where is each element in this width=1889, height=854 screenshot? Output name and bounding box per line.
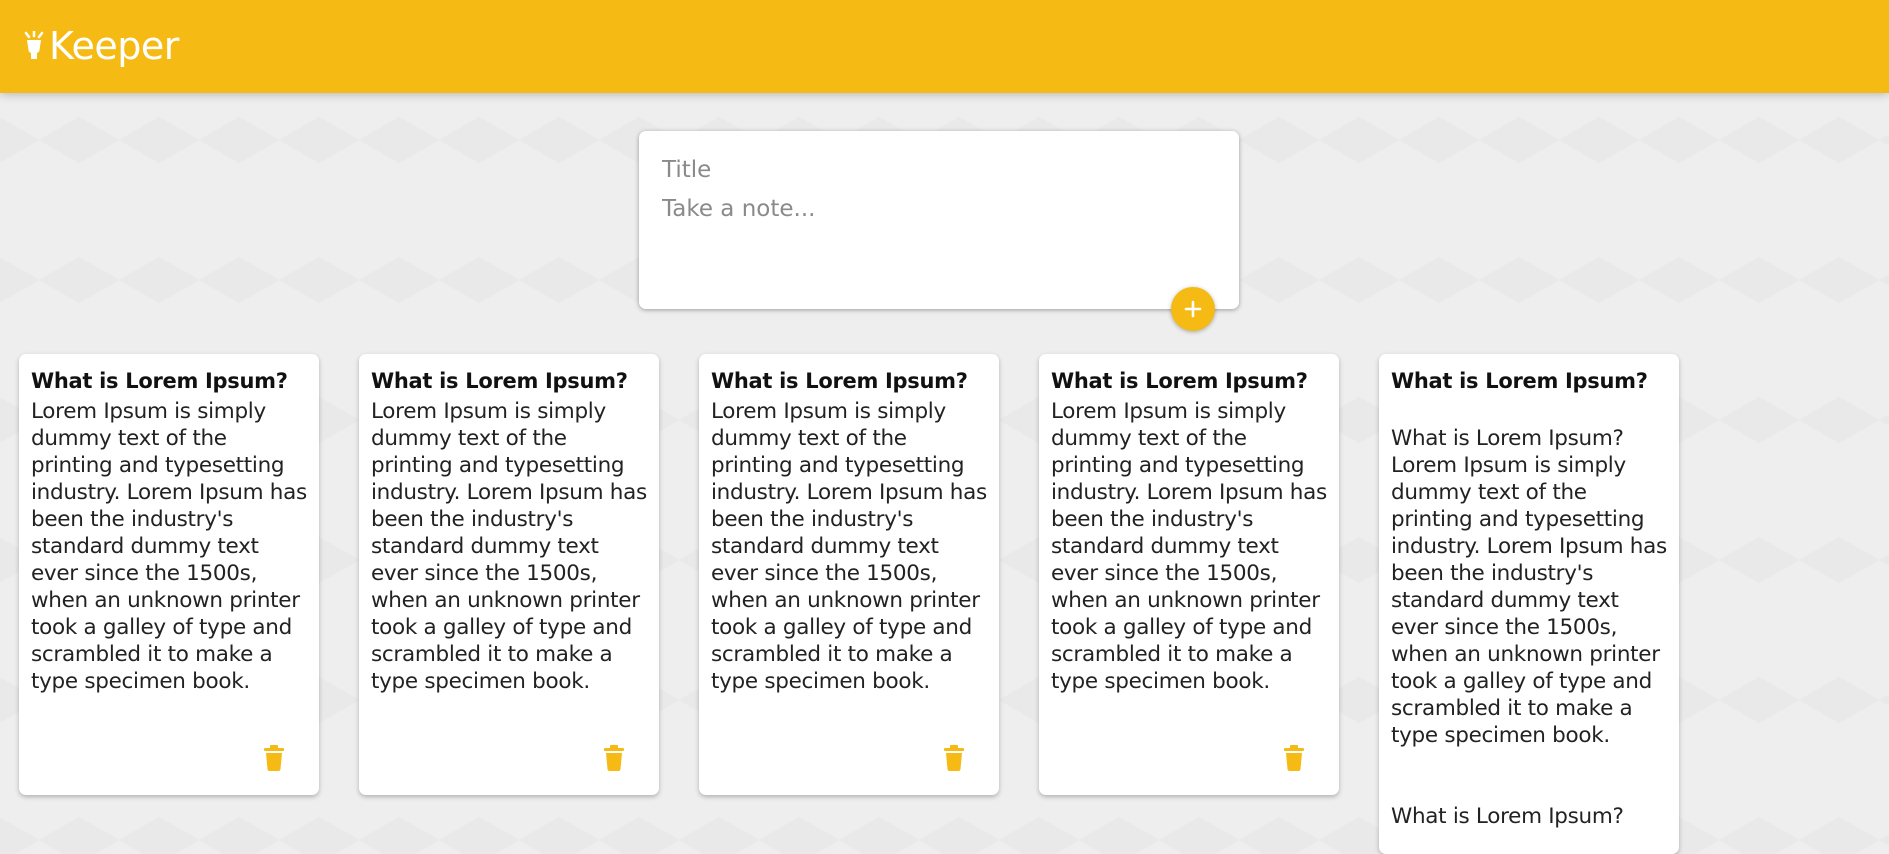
delete-note-button[interactable] xyxy=(943,745,965,771)
note-content: Lorem Ipsum is simply dummy text of the … xyxy=(31,399,314,694)
note-title: What is Lorem Ipsum? xyxy=(711,369,968,393)
note-title: What is Lorem Ipsum? xyxy=(371,369,628,393)
delete-note-button[interactable] xyxy=(1283,745,1305,771)
note-content-input[interactable] xyxy=(662,194,1212,294)
note-content: Lorem Ipsum is simply dummy text of the … xyxy=(371,399,654,694)
app-header: Keeper xyxy=(0,0,1889,93)
trash-icon xyxy=(1284,745,1304,771)
create-note-form xyxy=(639,131,1239,309)
note-card: What is Lorem Ipsum? Lorem Ipsum is simp… xyxy=(699,354,999,795)
note-content: What is Lorem Ipsum? Lorem Ipsum is simp… xyxy=(1391,426,1667,829)
note-card: What is Lorem Ipsum? Lorem Ipsum is simp… xyxy=(359,354,659,795)
app-logo[interactable]: Keeper xyxy=(22,22,179,70)
plus-icon xyxy=(1184,300,1202,318)
note-title: What is Lorem Ipsum? xyxy=(1051,369,1308,393)
add-note-button[interactable] xyxy=(1171,287,1215,331)
note-title-input[interactable] xyxy=(662,155,1212,185)
app-title: Keeper xyxy=(49,24,179,68)
note-content: Lorem Ipsum is simply dummy text of the … xyxy=(1051,399,1334,694)
trash-icon xyxy=(264,745,284,771)
note-card: What is Lorem Ipsum? Lorem Ipsum is simp… xyxy=(1039,354,1339,795)
trash-icon xyxy=(944,745,964,771)
note-title: What is Lorem Ipsum? xyxy=(1391,369,1648,393)
note-content: Lorem Ipsum is simply dummy text of the … xyxy=(711,399,994,694)
lightbulb-icon xyxy=(24,31,44,59)
note-title: What is Lorem Ipsum? xyxy=(31,369,288,393)
delete-note-button[interactable] xyxy=(263,745,285,771)
note-card: What is Lorem Ipsum? Lorem Ipsum is simp… xyxy=(19,354,319,795)
note-card: What is Lorem Ipsum? What is Lorem Ipsum… xyxy=(1379,354,1679,854)
trash-icon xyxy=(604,745,624,771)
delete-note-button[interactable] xyxy=(603,745,625,771)
